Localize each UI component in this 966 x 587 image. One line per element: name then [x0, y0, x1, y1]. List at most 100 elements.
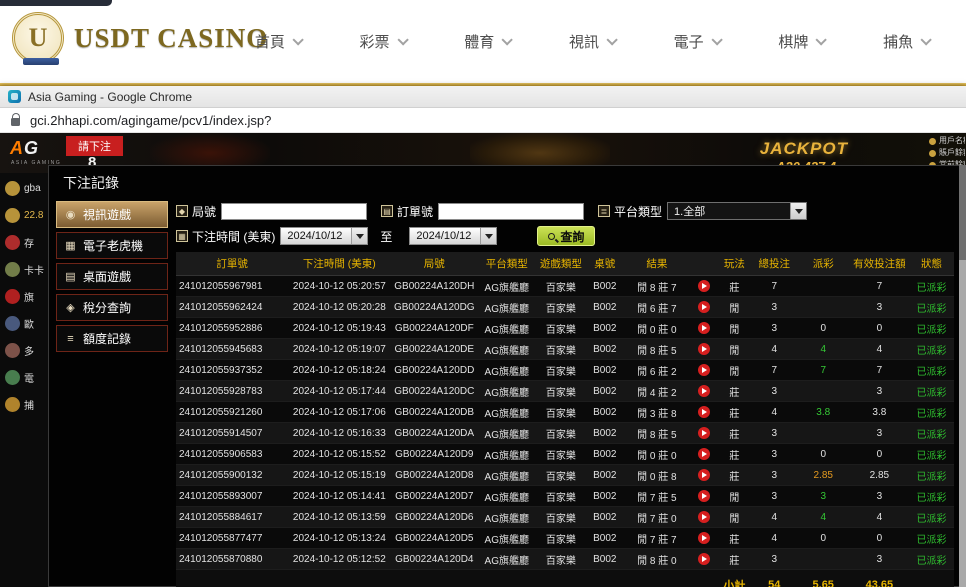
nav-item-home[interactable]: 首頁: [255, 31, 300, 52]
query-button[interactable]: 查詢: [537, 226, 595, 246]
replay-icon[interactable]: [698, 280, 710, 292]
payout-cell: [797, 423, 850, 444]
rail-item-multi-table[interactable]: 多: [0, 337, 47, 364]
column-header: 總投注: [752, 252, 797, 276]
table-number-cell: B002: [586, 402, 623, 423]
menu-item-label: 電子老虎機: [83, 237, 143, 254]
order-number-cell: 241012055893007: [176, 486, 288, 507]
column-header: 狀態: [909, 252, 954, 276]
column-header: 桌號: [586, 252, 623, 276]
rail-item-label: 22.8: [24, 210, 43, 221]
rail-item-kaka-hall[interactable]: 卡卡: [0, 256, 47, 283]
status-cell: 已派彩: [909, 528, 954, 549]
slot-machines-icon: ▦: [64, 239, 77, 252]
platform-type-cell: AG旗艦廳: [478, 339, 535, 360]
menu-item-score-query[interactable]: ◈稅分查詢: [56, 294, 168, 321]
replay-icon[interactable]: [698, 343, 710, 355]
menu-item-slot-machines[interactable]: ▦ 電子老虎機: [56, 232, 168, 259]
menu-item-video-games[interactable]: ◉視訊遊戲: [56, 201, 168, 228]
bet-time-cell: 2024-10-12 05:17:06: [288, 402, 390, 423]
column-header: 結果: [623, 252, 690, 276]
lock-icon[interactable]: [11, 118, 20, 126]
replay-icon[interactable]: [698, 511, 710, 523]
platform-type-cell: AG旗艦廳: [478, 381, 535, 402]
video-games-icon: ◉: [64, 208, 77, 221]
replay-icon[interactable]: [698, 427, 710, 439]
dropdown-arrow-icon: [790, 203, 806, 219]
bet-time-cell: 2024-10-12 05:16:33: [288, 423, 390, 444]
rail-item-fishing[interactable]: 捕: [0, 391, 47, 418]
round-number-cell: GB00224A120D4: [390, 549, 478, 570]
menu-item-credit-records[interactable]: ≡額度記錄: [56, 325, 168, 352]
round-number-input[interactable]: [221, 203, 367, 220]
order-number-cell: 241012055884617: [176, 507, 288, 528]
rail-item-slots[interactable]: 電: [0, 364, 47, 391]
bet-records-modal: 下注記錄 ◉視訊遊戲▦電子老虎機▤桌面遊戲◈稅分查詢≡額度記錄 ◆ 局號 ▤: [48, 165, 959, 587]
table-number-cell: B002: [586, 318, 623, 339]
round-number-cell: GB00224A120D9: [390, 444, 478, 465]
total-bet-cell: 3: [752, 297, 797, 318]
table-number-cell: B002: [586, 507, 623, 528]
nav-item-slots[interactable]: 電子: [674, 31, 719, 52]
url-text[interactable]: gci.2hhapi.com/agingame/pcv1/index.jsp?: [30, 113, 271, 128]
chrome-urlbar[interactable]: gci.2hhapi.com/agingame/pcv1/index.jsp?: [0, 108, 966, 133]
rail-item-label: 多: [24, 343, 34, 358]
menu-item-table-games[interactable]: ▤桌面遊戲: [56, 263, 168, 290]
valid-bet-cell: 0: [850, 444, 909, 465]
flagship-hall-icon: [5, 289, 20, 304]
replay-icon[interactable]: [698, 406, 710, 418]
scrollbar-thumb[interactable]: [959, 165, 966, 260]
replay-icon[interactable]: [698, 532, 710, 544]
table-row: 2410120559145072024-10-12 05:16:33GB0022…: [176, 423, 954, 444]
replay-icon[interactable]: [698, 448, 710, 460]
replay-icon[interactable]: [698, 469, 710, 481]
rail-item-flagship-hall[interactable]: 旗: [0, 283, 47, 310]
sum-cell: [390, 570, 478, 587]
scrollbar[interactable]: [959, 165, 966, 587]
replay-cell: [691, 360, 718, 381]
play-type-cell: 閒: [717, 318, 752, 339]
table-number-cell: B002: [586, 276, 623, 297]
result-cell: 閒 0 莊 0: [623, 318, 690, 339]
order-number-input[interactable]: [438, 203, 584, 220]
result-cell: 閒 6 莊 2: [623, 360, 690, 381]
date-to-select[interactable]: 2024/10/12: [409, 227, 497, 245]
valid-bet-cell: 4: [850, 339, 909, 360]
replay-icon[interactable]: [698, 364, 710, 376]
chevron-down-icon: [292, 34, 303, 45]
rail-item-label: 卡卡: [24, 262, 44, 277]
records-main-area: ◆ 局號 ▤ 訂單號 ≣ 平台類型: [170, 199, 956, 587]
rail-item-balance[interactable]: 22.8: [0, 202, 47, 229]
replay-cell: [691, 423, 718, 444]
nav-item-lottery[interactable]: 彩票: [360, 31, 405, 52]
table-number-cell: B002: [586, 339, 623, 360]
nav-item-cards[interactable]: 棋牌: [778, 31, 823, 52]
nav-item-fishing[interactable]: 捕魚: [883, 31, 928, 52]
replay-cell: [691, 444, 718, 465]
status-cell: 已派彩: [909, 276, 954, 297]
rail-item-user[interactable]: gba: [0, 175, 47, 202]
nav-item-label: 彩票: [360, 31, 390, 52]
result-cell: 閒 8 莊 5: [623, 423, 690, 444]
replay-icon[interactable]: [698, 322, 710, 334]
rail-item-europe-hall[interactable]: 歐: [0, 310, 47, 337]
replay-icon[interactable]: [698, 301, 710, 313]
replay-icon[interactable]: [698, 490, 710, 502]
nav-item-live[interactable]: 視訊: [569, 31, 614, 52]
account-balance-link[interactable]: 賬戶餘額: [929, 147, 965, 159]
table-row: 2410120558774772024-10-12 05:13:24GB0022…: [176, 528, 954, 549]
platform-type-select[interactable]: 1.全部: [667, 202, 807, 220]
nav-item-label: 視訊: [569, 31, 599, 52]
replay-icon[interactable]: [698, 385, 710, 397]
rail-item-deposit[interactable]: 存: [0, 229, 47, 256]
date-from-select[interactable]: 2024/10/12: [280, 227, 368, 245]
sum-cell: 43.65: [850, 570, 909, 587]
user-link[interactable]: 用戶名稱: [929, 135, 965, 147]
nav-item-label: 電子: [674, 31, 704, 52]
result-cell: 閒 3 莊 8: [623, 402, 690, 423]
replay-icon[interactable]: [698, 553, 710, 565]
nav-item-sports[interactable]: 體育: [464, 31, 509, 52]
replay-cell: [691, 318, 718, 339]
total-bet-cell: 7: [752, 360, 797, 381]
result-cell: 閒 0 莊 0: [623, 444, 690, 465]
